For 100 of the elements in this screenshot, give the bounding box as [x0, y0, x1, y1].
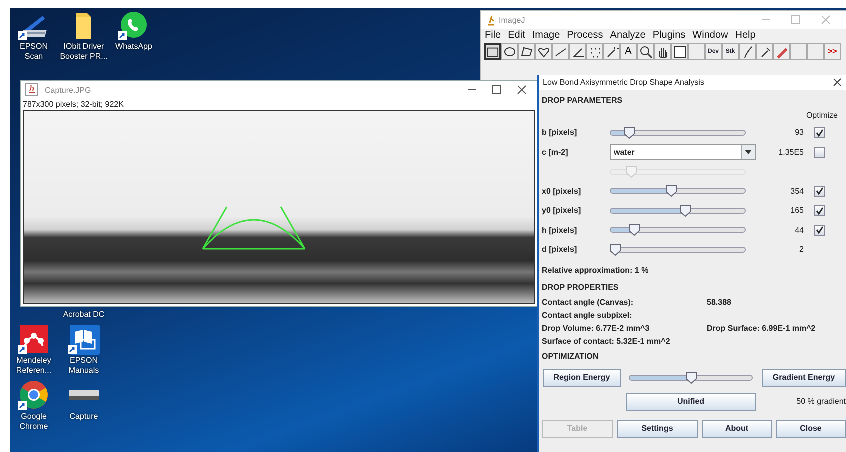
icon-label[interactable]: IObit Driver Booster PR...: [60, 42, 108, 62]
section-heading: DROP PROPERTIES: [541, 282, 620, 294]
wand-tool-button[interactable]: [603, 43, 620, 60]
slider[interactable]: [610, 204, 746, 217]
window-title: ImageJ: [499, 16, 526, 24]
hand-tool-button[interactable]: [654, 43, 671, 60]
optimize-checkbox[interactable]: [814, 186, 825, 197]
caret-icon: [745, 150, 752, 155]
slider-thumb[interactable]: [680, 204, 691, 217]
dialog-button[interactable]: Close: [776, 420, 846, 438]
property-label: Contact angle (Canvas):: [542, 298, 635, 306]
menu-item[interactable]: Plugins: [652, 30, 686, 41]
close-icon[interactable]: [833, 78, 842, 87]
zoom-tool-button[interactable]: [637, 43, 654, 60]
menu-item[interactable]: Process: [567, 30, 604, 41]
optimize-checkbox[interactable]: [814, 224, 825, 236]
fluid-dropdown[interactable]: water: [610, 144, 756, 160]
book-monitor-icon[interactable]: [67, 324, 101, 356]
freehand-tool-button[interactable]: [535, 43, 552, 60]
approximation-text: Relative approximation: 1 %: [541, 264, 650, 276]
polygon-tool-button[interactable]: [518, 43, 535, 60]
more-tool-button[interactable]: >>: [824, 43, 841, 60]
parameter-label: d [pixels]: [542, 244, 578, 256]
line-tool-button[interactable]: [552, 43, 569, 60]
rectangle-tool-button[interactable]: [484, 43, 501, 60]
property-label: Drop Volume: 6.77E-2 mm^3: [542, 324, 651, 332]
mendeley-icon[interactable]: [17, 324, 51, 356]
parameter-label: h [pixels]: [542, 224, 578, 237]
angle-tool-button[interactable]: [569, 43, 586, 60]
parameter-value: 44: [795, 226, 804, 235]
color-tool-button[interactable]: [671, 43, 688, 60]
dropper-tool-button[interactable]: [756, 43, 773, 60]
property-label: Contact angle subpixel:: [542, 310, 634, 320]
slider-thumb[interactable]: [628, 224, 640, 236]
parameter-value: 354: [790, 186, 804, 196]
unified-button[interactable]: Unified: [626, 392, 756, 410]
parameter-value: 1.35E5: [778, 148, 804, 157]
chrome-icon[interactable]: [17, 380, 51, 412]
slider[interactable]: [610, 224, 746, 236]
icon-label[interactable]: WhatsApp: [110, 42, 158, 52]
optimize-checkbox[interactable]: [814, 146, 825, 158]
gradient-energy-button[interactable]: Gradient Energy: [762, 368, 846, 386]
property-value: Drop Surface: 6.99E-1 mm^2: [707, 324, 817, 332]
java-app-icon: [25, 83, 39, 97]
slider-thumb[interactable]: [624, 126, 635, 139]
slider-thumb[interactable]: [686, 372, 696, 384]
slider[interactable]: [610, 126, 746, 139]
gradient-share-text: 50 % gradient: [796, 397, 846, 406]
text-tool-button[interactable]: A: [620, 43, 637, 60]
property-label: Surface of contact: 5.32E-1 mm^2: [542, 336, 672, 346]
slider[interactable]: [629, 372, 753, 384]
parameter-label: y0 [pixels]: [542, 205, 582, 218]
check-mark-icon: [816, 187, 824, 196]
dialog-button[interactable]: About: [702, 420, 772, 438]
menu-item[interactable]: Image: [532, 30, 560, 41]
oval-tool-button[interactable]: [501, 43, 518, 60]
check-mark-icon: [816, 206, 824, 215]
region-energy-button[interactable]: Region Energy: [543, 368, 621, 386]
menu-item[interactable]: Window: [692, 30, 728, 41]
check-mark-icon: [816, 226, 824, 234]
icon-label[interactable]: Capture: [60, 412, 108, 422]
parameter-value: 165: [790, 206, 804, 216]
microscope-icon: [485, 14, 495, 26]
dialog-button[interactable]: Settings: [617, 420, 698, 438]
image-info: 787x300 pixels; 32-bit; 922K: [23, 100, 124, 109]
parameter-label: x0 [pixels]: [542, 186, 582, 198]
optimize-checkbox[interactable]: [814, 205, 825, 216]
menu-item[interactable]: Edit: [508, 30, 526, 41]
slider-thumb[interactable]: [666, 185, 678, 198]
section-heading: OPTIMIZATION: [541, 350, 600, 362]
color-icon: [672, 44, 686, 58]
property-value: 58.388: [707, 298, 732, 306]
zoom-icon: [638, 44, 652, 58]
icon-label[interactable]: EPSON Manuals: [60, 356, 108, 376]
check-mark-icon: [816, 128, 824, 137]
close-icon[interactable]: [517, 85, 527, 95]
icon-label[interactable]: Mendeley Referen...: [10, 356, 58, 376]
menu-item[interactable]: Help: [735, 30, 756, 41]
point-tool-button[interactable]: [586, 43, 603, 60]
menu-item[interactable]: File: [485, 30, 502, 41]
parameter-value: 93: [795, 128, 804, 138]
icon-label[interactable]: EPSON Scan: [10, 42, 58, 62]
maximize-icon[interactable]: [492, 85, 502, 95]
section-heading: DROP PARAMETERS: [541, 95, 624, 107]
parameter-label: b [pixels]: [542, 127, 578, 140]
window-title: Capture.JPG: [45, 86, 92, 94]
parameter-label: c [m-2]: [542, 146, 570, 159]
icon-label[interactable]: Acrobat DC: [60, 310, 108, 320]
dialog-button: Table: [542, 420, 613, 438]
oval-icon: [502, 44, 516, 58]
pencil-tool-button[interactable]: [773, 43, 790, 60]
parameter-value: 2: [800, 245, 804, 254]
brush-tool-button[interactable]: [739, 43, 756, 60]
slider-thumb[interactable]: [610, 244, 621, 256]
optimize-label: Optimize: [806, 110, 838, 120]
optimize-checkbox[interactable]: [814, 127, 825, 138]
menu-item[interactable]: Analyze: [610, 30, 646, 41]
slider[interactable]: [610, 244, 746, 256]
icon-label[interactable]: Google Chrome: [10, 412, 58, 432]
slider[interactable]: [610, 185, 746, 198]
